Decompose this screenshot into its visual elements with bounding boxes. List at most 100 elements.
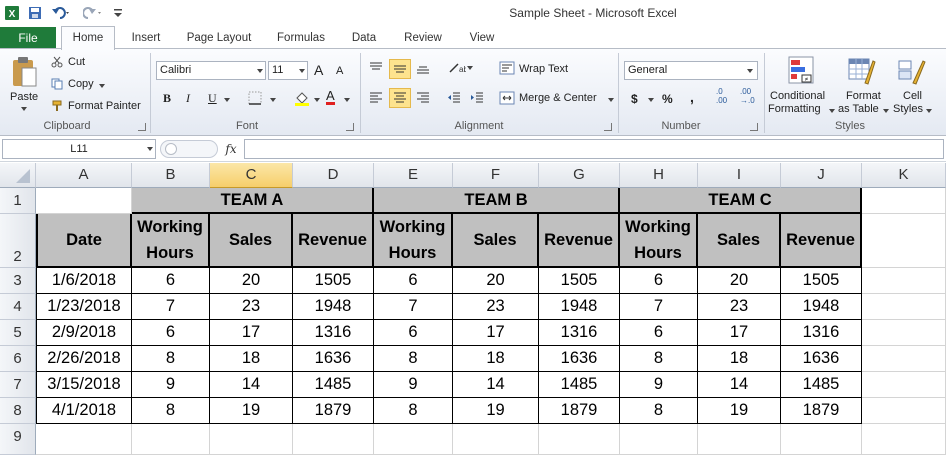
table-cell[interactable]: 1/23/2018 xyxy=(36,294,132,320)
empty-cell[interactable] xyxy=(210,424,293,455)
increase-indent-icon[interactable] xyxy=(467,89,487,107)
tab-home[interactable]: Home xyxy=(61,26,115,50)
number-format-dropdown-icon[interactable] xyxy=(747,69,753,73)
table-cell[interactable]: 6 xyxy=(132,268,210,294)
table-cell[interactable]: 1879 xyxy=(293,398,374,424)
cut-button[interactable]: Cut xyxy=(68,56,85,68)
team-c-header[interactable]: TEAM C xyxy=(620,188,862,214)
table-cell[interactable]: 9 xyxy=(374,372,453,398)
table-cell[interactable]: 1636 xyxy=(781,346,862,372)
team-a-header[interactable]: TEAM A xyxy=(132,188,374,214)
empty-cell[interactable] xyxy=(539,424,620,455)
empty-cell[interactable] xyxy=(862,320,946,346)
tab-data[interactable]: Data xyxy=(344,28,384,49)
align-top-icon[interactable] xyxy=(366,59,386,77)
tab-page-layout[interactable]: Page Layout xyxy=(180,28,258,49)
cell-a1[interactable] xyxy=(36,188,132,214)
table-cell[interactable]: 18 xyxy=(210,346,293,372)
team-c-working-hours-header[interactable]: Working Hours xyxy=(620,214,698,268)
underline-dropdown-icon[interactable] xyxy=(224,98,230,102)
tab-review[interactable]: Review xyxy=(396,28,450,49)
row-header-8[interactable]: 8 xyxy=(0,398,36,424)
number-launcher-icon[interactable] xyxy=(750,123,758,131)
cancel-icon[interactable] xyxy=(165,143,177,155)
empty-cell[interactable] xyxy=(862,372,946,398)
shrink-font-button[interactable]: A xyxy=(336,65,343,77)
font-color-dropdown-icon[interactable] xyxy=(344,98,350,102)
empty-cell[interactable] xyxy=(862,268,946,294)
table-cell[interactable]: 20 xyxy=(698,268,781,294)
font-size-dropdown-icon[interactable] xyxy=(299,69,305,73)
conditional-formatting-button[interactable]: Formatting xyxy=(768,103,821,115)
row-header-4[interactable]: 4 xyxy=(0,294,36,320)
paste-button[interactable]: Paste xyxy=(10,91,38,103)
column-header-b[interactable]: B xyxy=(132,163,210,188)
copy-button[interactable]: Copy xyxy=(68,78,94,90)
table-cell[interactable]: 14 xyxy=(210,372,293,398)
table-cell[interactable]: 1948 xyxy=(781,294,862,320)
orientation-icon[interactable]: ab xyxy=(446,59,468,77)
empty-cell[interactable] xyxy=(781,424,862,455)
orientation-dropdown-icon[interactable] xyxy=(467,66,473,70)
italic-button[interactable]: I xyxy=(186,91,190,106)
conditional-formatting-dropdown-icon[interactable] xyxy=(829,109,835,113)
table-cell[interactable]: 1879 xyxy=(781,398,862,424)
paste-icon[interactable] xyxy=(8,55,40,89)
comma-button[interactable]: , xyxy=(690,89,694,105)
format-painter-icon[interactable] xyxy=(50,99,64,113)
column-header-e[interactable]: E xyxy=(374,163,453,188)
table-cell[interactable]: 1485 xyxy=(293,372,374,398)
font-launcher-icon[interactable] xyxy=(346,123,354,131)
empty-cell[interactable] xyxy=(36,424,132,455)
table-cell[interactable]: 18 xyxy=(453,346,539,372)
merge-dropdown-icon[interactable] xyxy=(608,98,614,102)
row-header-9[interactable]: 9 xyxy=(0,424,36,455)
copy-icon[interactable] xyxy=(50,77,64,91)
table-cell[interactable]: 17 xyxy=(453,320,539,346)
currency-dropdown-icon[interactable] xyxy=(648,98,654,102)
table-cell[interactable]: 1316 xyxy=(539,320,620,346)
grow-font-button[interactable]: A xyxy=(314,62,323,78)
increase-decimal-button[interactable]: .0 .00 xyxy=(716,87,727,105)
fill-color-icon[interactable] xyxy=(292,89,312,107)
table-cell[interactable]: 14 xyxy=(453,372,539,398)
table-cell[interactable]: 8 xyxy=(620,398,698,424)
align-middle-icon[interactable] xyxy=(389,59,411,79)
table-cell[interactable]: 14 xyxy=(698,372,781,398)
column-header-h[interactable]: H xyxy=(620,163,698,188)
table-cell[interactable]: 2/26/2018 xyxy=(36,346,132,372)
table-cell[interactable]: 1505 xyxy=(781,268,862,294)
table-cell[interactable]: 6 xyxy=(374,320,453,346)
column-header-i[interactable]: I xyxy=(698,163,781,188)
decrease-indent-icon[interactable] xyxy=(444,89,464,107)
format-painter-button[interactable]: Format Painter xyxy=(68,100,141,112)
table-cell[interactable]: 7 xyxy=(620,294,698,320)
align-right-icon[interactable] xyxy=(413,89,433,107)
percent-button[interactable]: % xyxy=(662,92,673,106)
table-cell[interactable]: 23 xyxy=(210,294,293,320)
align-left-icon[interactable] xyxy=(366,89,386,107)
merge-center-button[interactable]: Merge & Center xyxy=(519,92,597,104)
cell-styles-button[interactable]: Styles xyxy=(893,103,923,115)
team-a-working-hours-header[interactable]: Working Hours xyxy=(132,214,210,268)
cell-label[interactable]: Cell xyxy=(903,90,922,102)
table-cell[interactable]: 18 xyxy=(698,346,781,372)
row-header-7[interactable]: 7 xyxy=(0,372,36,398)
align-bottom-icon[interactable] xyxy=(413,59,433,77)
row-header-2[interactable]: 2 xyxy=(0,214,36,268)
table-cell[interactable]: 8 xyxy=(374,398,453,424)
table-cell[interactable]: 8 xyxy=(374,346,453,372)
copy-dropdown-icon[interactable] xyxy=(99,84,105,88)
currency-button[interactable]: $ xyxy=(631,92,638,106)
table-cell[interactable]: 20 xyxy=(210,268,293,294)
column-header-g[interactable]: G xyxy=(539,163,620,188)
table-cell[interactable]: 6 xyxy=(132,320,210,346)
format-as-table-button[interactable]: as Table xyxy=(838,103,879,115)
table-cell[interactable]: 1505 xyxy=(293,268,374,294)
team-a-sales-header[interactable]: Sales xyxy=(210,214,293,268)
table-cell[interactable]: 17 xyxy=(698,320,781,346)
table-cell[interactable]: 1505 xyxy=(539,268,620,294)
empty-cell[interactable] xyxy=(620,424,698,455)
font-name-dropdown-icon[interactable] xyxy=(257,69,263,73)
cut-icon[interactable] xyxy=(50,55,64,69)
